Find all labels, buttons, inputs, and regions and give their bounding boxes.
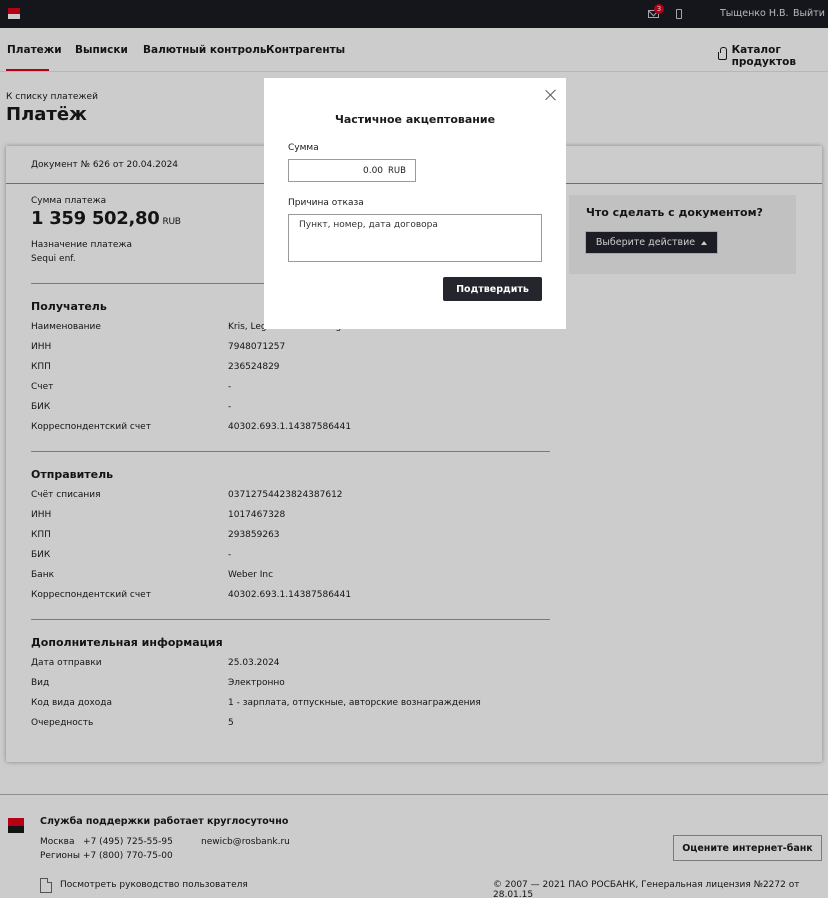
sum-input[interactable]: 0.00 RUB [288,159,416,182]
sum-input-value: 0.00 [362,165,384,176]
sum-input-currency: RUB [388,165,406,176]
confirm-button[interactable]: Подтвердить [443,277,542,301]
sum-field-label: Сумма [288,143,319,153]
reason-textarea[interactable] [288,214,542,262]
partial-acceptance-modal: Частичное акцептование Сумма 0.00 RUB Пр… [264,78,566,329]
close-icon[interactable] [545,89,557,101]
modal-title: Частичное акцептование [334,113,496,126]
reason-field-label: Причина отказа [288,198,364,208]
